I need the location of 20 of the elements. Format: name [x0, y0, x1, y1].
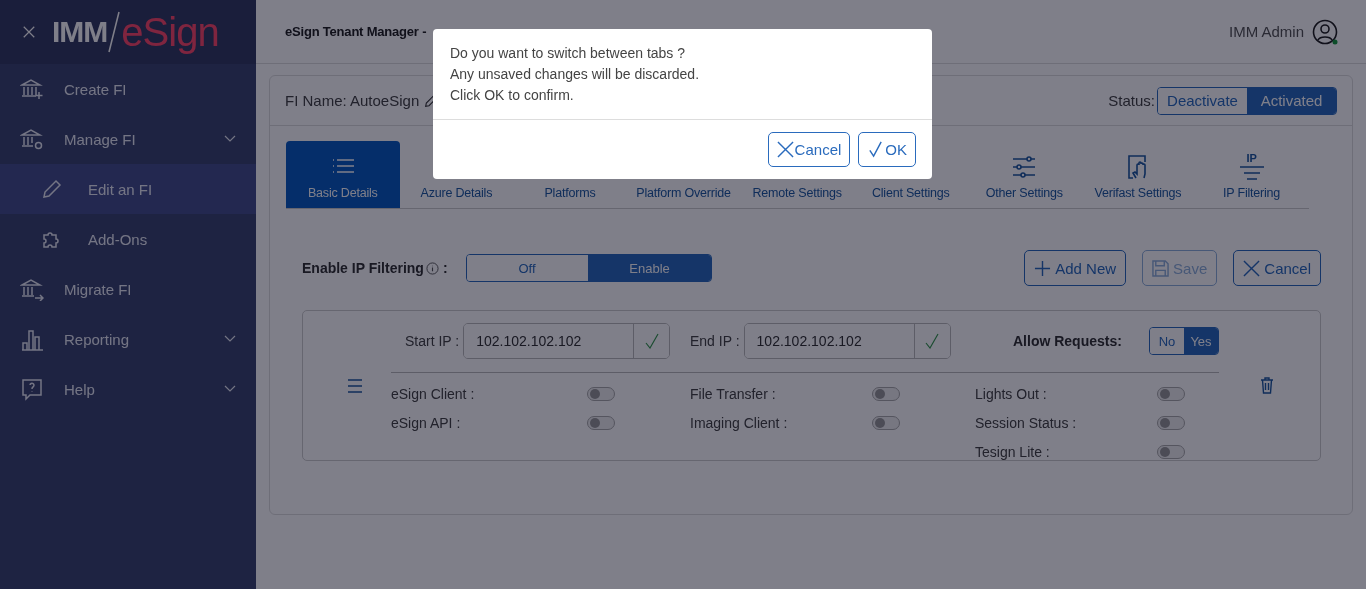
- dialog-message: Any unsaved changes will be discarded.: [450, 65, 701, 84]
- dialog-message: Click OK to confirm.: [450, 86, 575, 105]
- service-label: File Transfer :: [690, 385, 777, 402]
- ip-label: Start IP :: [405, 333, 460, 349]
- ip-filtering-label: Enable IP Filtering: [302, 260, 424, 276]
- service-label: Tesign Lite :: [975, 443, 1051, 460]
- service-label: Lights Out :: [975, 385, 1048, 402]
- logo: IMM eSign: [52, 9, 219, 56]
- service-label: eSign Client :: [391, 385, 476, 402]
- dialog-message: Do you want to switch between tabs ?: [450, 44, 687, 63]
- service-label: Session Status :: [975, 414, 1078, 431]
- allow-requests-label: Allow Requests:: [1013, 333, 1123, 349]
- user-name: IMM Admin: [1229, 23, 1304, 40]
- page-title: eSign Tenant Manager -: [285, 24, 428, 39]
- service-label: eSign API :: [391, 414, 462, 431]
- separator-colon: :: [442, 260, 448, 276]
- ip-label: End IP :: [690, 333, 740, 349]
- fi-name-label: FI Name: AutoeSign: [285, 92, 420, 109]
- status-label: Status:: [1108, 92, 1155, 109]
- service-label: Imaging Client :: [690, 414, 789, 431]
